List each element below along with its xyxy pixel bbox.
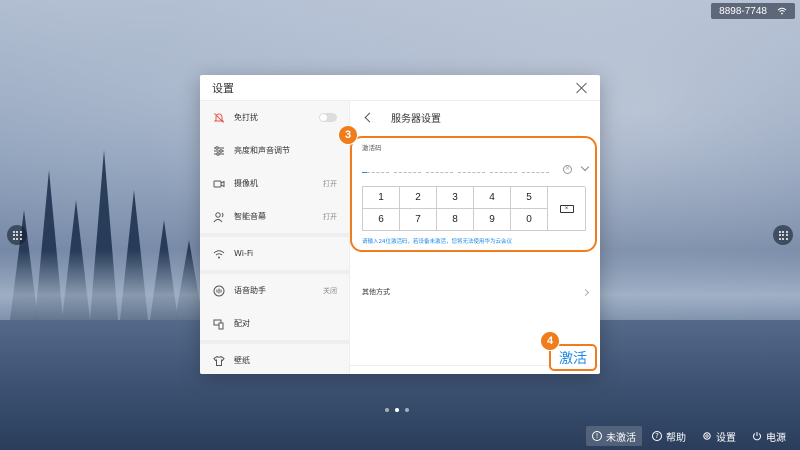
activation-code-area: 激活码 × 1 2 3 4 5 × 6 7 8 9 0 请输入24位激活码，若设… <box>362 134 590 245</box>
page-dot[interactable] <box>385 408 389 412</box>
activation-code-input[interactable]: × <box>362 162 590 176</box>
sidebar-item-do-not-disturb[interactable]: 免打扰 <box>200 101 349 134</box>
sidebar-item-label: 配对 <box>234 319 250 328</box>
clear-icon[interactable]: × <box>563 164 572 174</box>
code-segment <box>522 165 549 173</box>
key-6[interactable]: 6 <box>363 209 400 231</box>
activation-code-label: 激活码 <box>362 144 382 152</box>
numeric-keypad: 1 2 3 4 5 × 6 7 8 9 0 <box>362 186 586 231</box>
sidebar-item-label: 亮度和声音调节 <box>234 146 290 155</box>
settings-button[interactable]: 设置 <box>696 426 742 446</box>
gear-icon <box>703 432 711 440</box>
sidebar-item-wallpaper[interactable]: 壁纸 <box>200 344 349 374</box>
panel-header: 服务器设置 <box>350 101 600 134</box>
sidebar-item-label: 免打扰 <box>234 113 258 122</box>
voice-assistant-icon <box>212 284 226 298</box>
code-segments <box>362 165 557 173</box>
sidebar-item-label: 语音助手 <box>234 286 266 295</box>
sidebar-item-voice-assistant[interactable]: 语音助手 关闭 <box>200 274 349 307</box>
key-0[interactable]: 0 <box>511 209 548 231</box>
device-id: 8898-7748 <box>719 5 767 17</box>
key-7[interactable]: 7 <box>400 209 437 231</box>
sidebar-item-camera[interactable]: 摄像机 打开 <box>200 167 349 200</box>
help-label: 帮助 <box>666 432 686 444</box>
other-methods-label: 其他方式 <box>362 288 390 296</box>
key-5[interactable]: 5 <box>511 187 548 209</box>
code-segment <box>490 165 517 173</box>
code-segment <box>394 165 421 173</box>
back-icon[interactable] <box>364 112 375 123</box>
app-launcher-left-button[interactable] <box>7 225 27 245</box>
page-dot-active[interactable] <box>395 408 399 412</box>
settings-sidebar: 免打扰 亮度和声音调节 摄像机 打开 智能音幕 打开 Wi-Fi 语音助手 关闭… <box>200 101 350 374</box>
power-icon <box>753 432 761 441</box>
settings-dialog: 设置 免打扰 亮度和声音调节 摄像机 打开 智能音幕 打开 Wi-Fi 语音助手… <box>200 75 600 374</box>
key-2[interactable]: 2 <box>400 187 437 209</box>
panel-title: 服务器设置 <box>391 114 441 125</box>
code-segment <box>426 165 453 173</box>
shirt-icon <box>212 354 226 368</box>
status-pill: 8898-7748 <box>711 3 795 19</box>
sidebar-item-label: 摄像机 <box>234 179 258 188</box>
sliders-icon <box>212 144 226 158</box>
person-voice-icon <box>212 210 226 224</box>
wifi-icon <box>777 7 787 15</box>
backspace-icon: × <box>559 204 574 213</box>
pairing-icon <box>212 317 226 331</box>
bottom-bar: ! 未激活 ? 帮助 设置 电源 <box>586 426 792 446</box>
sidebar-item-label: Wi-Fi <box>234 249 254 258</box>
sidebar-item-label: 壁纸 <box>234 356 250 365</box>
dialog-title: 设置 <box>212 81 234 95</box>
sidebar-item-label: 智能音幕 <box>234 212 266 221</box>
chevron-right-icon <box>581 288 590 296</box>
sidebar-item-brightness-sound[interactable]: 亮度和声音调节 <box>200 134 349 167</box>
info-icon: ! <box>592 431 602 441</box>
help-icon: ? <box>652 431 662 441</box>
key-9[interactable]: 9 <box>474 209 511 231</box>
sidebar-item-value: 打开 <box>323 212 337 221</box>
grid-icon <box>12 230 22 240</box>
bell-off-icon <box>212 111 226 125</box>
code-segment <box>458 165 485 173</box>
settings-label: 设置 <box>716 432 736 444</box>
key-4[interactable]: 4 <box>474 187 511 209</box>
backspace-key[interactable]: × <box>548 187 586 231</box>
close-icon[interactable] <box>576 82 588 94</box>
key-8[interactable]: 8 <box>437 209 474 231</box>
sidebar-item-value: 打开 <box>323 179 337 188</box>
page-dot[interactable] <box>405 408 409 412</box>
app-launcher-right-button[interactable] <box>773 225 793 245</box>
help-button[interactable]: ? 帮助 <box>646 426 692 446</box>
do-not-disturb-toggle[interactable] <box>319 113 337 122</box>
not-activated-button[interactable]: ! 未激活 <box>586 426 642 446</box>
sidebar-item-smart-audio[interactable]: 智能音幕 打开 <box>200 200 349 233</box>
page-indicator <box>385 408 409 412</box>
not-activated-label: 未激活 <box>606 432 636 444</box>
power-button[interactable]: 电源 <box>746 426 792 446</box>
other-methods-row[interactable]: 其他方式 <box>362 287 590 297</box>
server-settings-panel: 服务器设置 激活码 × 1 2 3 4 5 × 6 7 8 9 0 请输入24位… <box>350 101 600 374</box>
dialog-header: 设置 <box>200 75 600 101</box>
wifi-icon <box>212 247 226 261</box>
step-badge-3: 3 <box>338 125 358 145</box>
key-3[interactable]: 3 <box>437 187 474 209</box>
dialog-body: 免打扰 亮度和声音调节 摄像机 打开 智能音幕 打开 Wi-Fi 语音助手 关闭… <box>200 101 600 374</box>
activation-hint: 请输入24位激活码，若设备未激活，您将无法使用华为云会议 <box>362 239 513 245</box>
power-label: 电源 <box>766 432 786 444</box>
grid-icon <box>778 230 788 240</box>
step-badge-4: 4 <box>540 331 560 351</box>
code-segment <box>362 165 389 173</box>
sidebar-item-pairing[interactable]: 配对 <box>200 307 349 340</box>
chevron-down-icon[interactable] <box>580 162 590 172</box>
sidebar-item-value: 关闭 <box>323 286 337 295</box>
key-1[interactable]: 1 <box>363 187 400 209</box>
camera-icon <box>212 177 226 191</box>
sidebar-item-wifi[interactable]: Wi-Fi <box>200 237 349 270</box>
